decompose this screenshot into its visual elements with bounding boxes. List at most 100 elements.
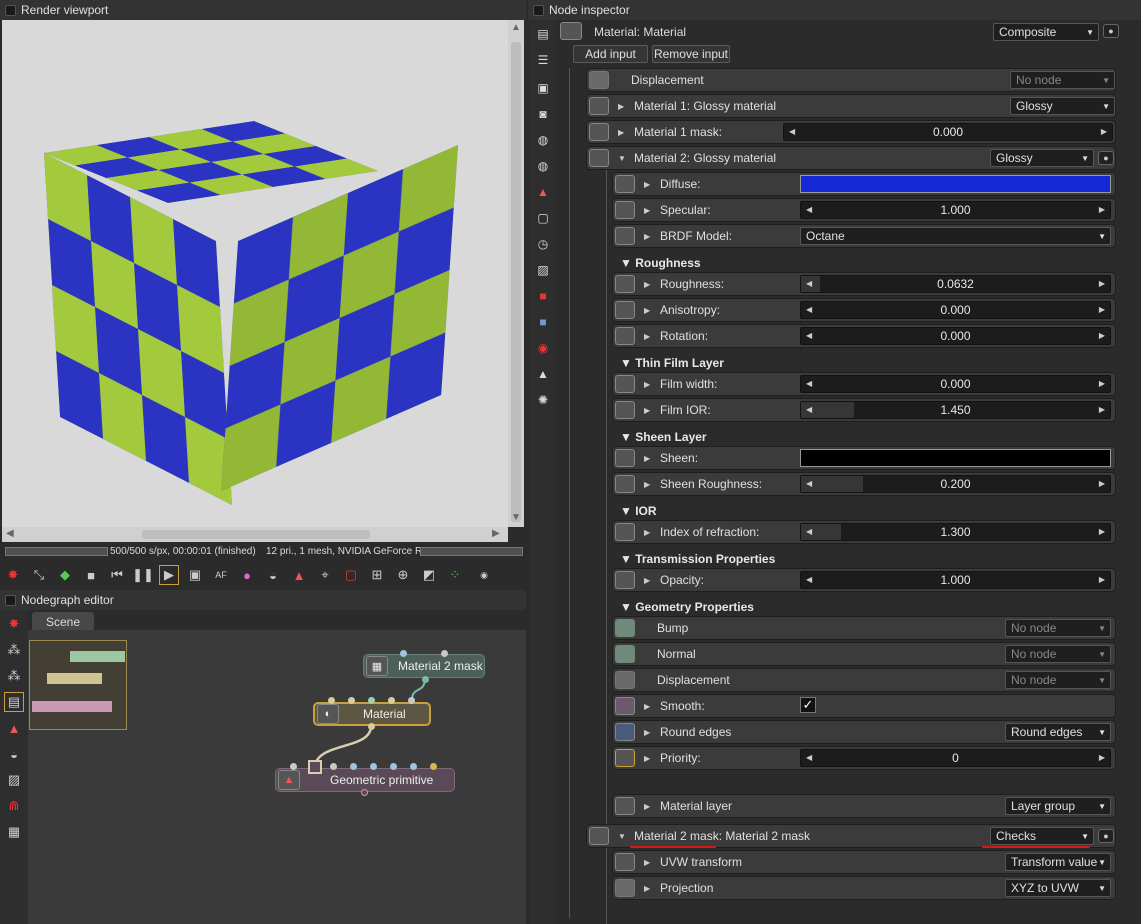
- geo-input-pin[interactable]: [350, 763, 357, 770]
- eye-icon[interactable]: ●: [1103, 24, 1119, 38]
- scroll-left-icon[interactable]: ◀: [6, 528, 14, 539]
- bump-dropdown[interactable]: No node ▼: [1005, 619, 1111, 637]
- specular-slider[interactable]: ◀ 1.000 ▶: [800, 201, 1111, 219]
- texture-node-icon[interactable]: ▨: [4, 770, 24, 790]
- magnet-icon[interactable]: ⋒: [4, 796, 24, 816]
- stop-icon[interactable]: ■: [81, 565, 101, 585]
- region-icon[interactable]: ▢: [341, 565, 361, 585]
- material-input-pin[interactable]: [388, 697, 395, 704]
- fit-view-icon[interactable]: ⤡: [29, 565, 49, 585]
- add-input-button[interactable]: Add input: [573, 45, 648, 63]
- normal-dropdown[interactable]: No node ▼: [1005, 645, 1111, 663]
- nodes-layout-icon[interactable]: ⁂: [4, 640, 24, 660]
- material-output-pin[interactable]: [368, 723, 375, 730]
- material-layer-dropdown[interactable]: Layer group ▼: [1005, 797, 1111, 815]
- tab-scene[interactable]: Scene: [32, 612, 94, 631]
- scroll-down-icon[interactable]: ▼: [511, 512, 521, 523]
- smooth-checkbox[interactable]: ✓: [800, 697, 816, 713]
- section-roughness[interactable]: ▼ Roughness: [620, 256, 701, 270]
- panel-close-icon[interactable]: [533, 4, 544, 16]
- sheen-color-swatch[interactable]: [800, 449, 1111, 467]
- render-canvas[interactable]: [2, 20, 508, 527]
- display-icon[interactable]: ▣: [185, 565, 205, 585]
- mask-input-pin[interactable]: [400, 650, 407, 657]
- camera-icon[interactable]: ◙: [533, 104, 553, 124]
- material-input-pin[interactable]: [408, 697, 415, 704]
- opacity-slider[interactable]: ◀ 1.000 ▶: [800, 571, 1111, 589]
- film-icon[interactable]: ▢: [533, 208, 553, 228]
- imager-icon[interactable]: ▲: [533, 364, 553, 384]
- material2-type-dropdown[interactable]: Glossy ▼: [990, 149, 1094, 167]
- postfx-icon[interactable]: ✺: [533, 390, 553, 410]
- section-ior[interactable]: ▼ IOR: [620, 504, 657, 518]
- projection-dropdown[interactable]: XYZ to UVW ▼: [1005, 879, 1111, 897]
- section-sheen[interactable]: ▼ Sheen Layer: [620, 430, 707, 444]
- displacement-top-dropdown[interactable]: No node ▼: [1010, 71, 1115, 89]
- remove-input-button[interactable]: Remove input: [652, 45, 730, 63]
- autofocus-icon[interactable]: AF: [211, 565, 231, 585]
- scroll-right-icon[interactable]: ▶: [492, 528, 500, 539]
- environment2-icon[interactable]: ◍: [533, 156, 553, 176]
- geometry-icon[interactable]: ▲: [533, 182, 553, 202]
- geo-input-pin[interactable]: [430, 763, 437, 770]
- viewport-horizontal-scrollbar[interactable]: ◀ ▶: [2, 527, 508, 542]
- material1-mask-slider[interactable]: ◀ 0.000 ▶: [783, 123, 1113, 141]
- scroll-up-icon[interactable]: ▲: [511, 22, 521, 33]
- material-input-pin[interactable]: [368, 697, 375, 704]
- brdf-dropdown[interactable]: Octane ▼: [800, 227, 1111, 245]
- film-ior-slider[interactable]: ◀ 1.450 ▶: [800, 401, 1111, 419]
- geo-input-pin[interactable]: [410, 763, 417, 770]
- material1-type-dropdown[interactable]: Glossy ▼: [1010, 97, 1115, 115]
- mask-output-pin[interactable]: [422, 676, 429, 683]
- image-icon[interactable]: ▣: [533, 78, 553, 98]
- viewport-vertical-scrollbar[interactable]: ▲ ▼: [508, 20, 524, 527]
- film-region-icon[interactable]: ⊞: [367, 565, 387, 585]
- displacement-dropdown[interactable]: No node ▼: [1005, 671, 1111, 689]
- subsample-icon[interactable]: ⁘: [445, 565, 465, 585]
- anisotropy-slider[interactable]: ◀ 0.000 ▶: [800, 301, 1111, 319]
- grid-icon[interactable]: ▦: [4, 822, 24, 842]
- diffuse-color-swatch[interactable]: [800, 175, 1111, 193]
- camera-target-icon[interactable]: ⌖: [315, 565, 335, 585]
- priority-slider[interactable]: ◀ 0 ▶: [800, 749, 1111, 767]
- section-geometry[interactable]: ▼ Geometry Properties: [620, 600, 754, 614]
- nodegraph-canvas[interactable]: ▦ Material 2 mask ◐ Material ▲ Geometric…: [28, 630, 526, 924]
- geo-material-input-pin[interactable]: [308, 760, 322, 774]
- settings-dot-icon[interactable]: ◉: [474, 565, 494, 585]
- mask-input-pin[interactable]: [441, 650, 448, 657]
- geo-node-icon[interactable]: ▲: [4, 718, 24, 738]
- ior-slider[interactable]: ◀ 1.300 ▶: [800, 523, 1111, 541]
- geo-input-pin[interactable]: [290, 763, 297, 770]
- sheen-roughness-slider[interactable]: ◀ 0.200 ▶: [800, 475, 1111, 493]
- geo-input-pin[interactable]: [370, 763, 377, 770]
- material-picker-icon[interactable]: ◒: [263, 565, 283, 585]
- mask2-type-dropdown[interactable]: Checks ▼: [990, 827, 1094, 845]
- material-input-pin[interactable]: [328, 697, 335, 704]
- material-input-pin[interactable]: [348, 697, 355, 704]
- minimap-icon[interactable]: ▤: [4, 692, 24, 712]
- scroll-thumb[interactable]: [511, 42, 521, 522]
- roughness-slider[interactable]: ◀ 0.0632 ▶: [800, 275, 1111, 293]
- layers-icon[interactable]: ◉: [533, 338, 553, 358]
- object-picker-icon[interactable]: ▲: [289, 565, 309, 585]
- geo-output-pin[interactable]: [361, 789, 368, 796]
- blue-cube-icon[interactable]: ■: [533, 312, 553, 332]
- film-width-slider[interactable]: ◀ 0.000 ▶: [800, 375, 1111, 393]
- geo-input-pin[interactable]: [330, 763, 337, 770]
- panel-close-icon[interactable]: [5, 594, 16, 606]
- scroll-thumb[interactable]: [142, 530, 370, 539]
- eye-icon[interactable]: ●: [1098, 151, 1114, 165]
- clock-icon[interactable]: ◷: [533, 234, 553, 254]
- color-picker-icon[interactable]: ●: [237, 565, 257, 585]
- cube-view-icon[interactable]: ◆: [55, 565, 75, 585]
- nodes-tree-icon[interactable]: ⁂: [4, 666, 24, 686]
- kernel-icon[interactable]: ▨: [533, 260, 553, 280]
- eye-icon[interactable]: ●: [1098, 829, 1114, 843]
- clay-mode-icon[interactable]: ◩: [419, 565, 439, 585]
- geo-input-pin[interactable]: [390, 763, 397, 770]
- nodegraph-reset-icon[interactable]: ✸: [4, 614, 24, 634]
- list-icon[interactable]: ☰: [533, 50, 553, 70]
- panel-close-icon[interactable]: [5, 4, 16, 16]
- stack-icon[interactable]: ▤: [533, 24, 553, 44]
- red-cube-icon[interactable]: ■: [533, 286, 553, 306]
